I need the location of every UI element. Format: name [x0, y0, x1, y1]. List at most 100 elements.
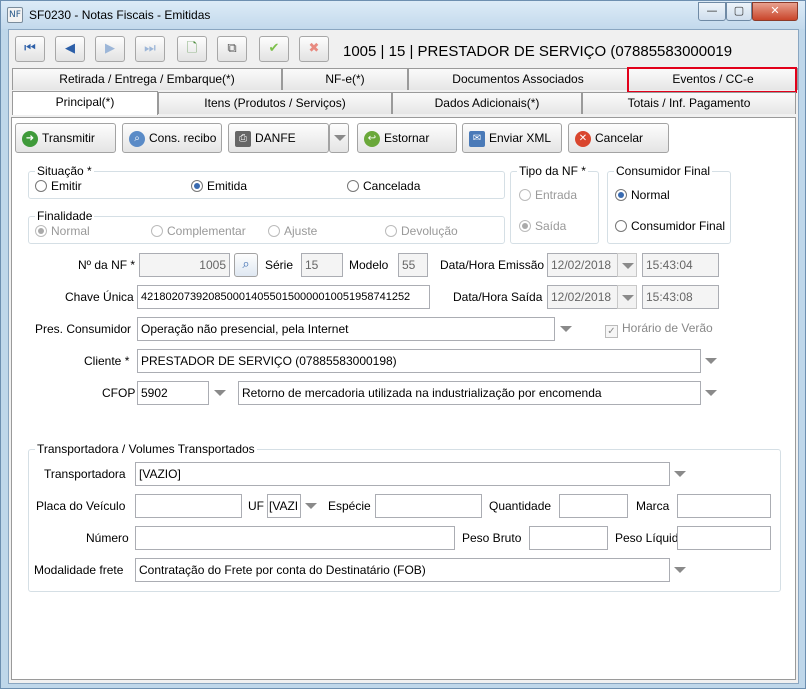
- magnifier-icon: ⌕: [242, 257, 250, 272]
- modalidade-frete-label: Modalidade frete: [34, 563, 124, 577]
- radio-emitida[interactable]: Emitida: [191, 179, 247, 193]
- saida-date-dropdown[interactable]: [617, 285, 637, 309]
- marca-field[interactable]: [677, 494, 771, 518]
- finalidade-group: Finalidade Normal Complementar Ajuste De…: [28, 209, 505, 244]
- danfe-dropdown-button[interactable]: [329, 123, 349, 153]
- quantidade-field[interactable]: [559, 494, 628, 518]
- emissao-label: Data/Hora Emissão: [440, 258, 545, 272]
- cfop-description-dropdown[interactable]: [701, 381, 721, 405]
- saida-time-field[interactable]: 15:43:08: [642, 285, 719, 309]
- previous-record-icon[interactable]: ◀: [55, 36, 85, 62]
- estornar-button[interactable]: ↩ Estornar: [357, 123, 457, 153]
- radio-saida[interactable]: Saída: [519, 219, 566, 233]
- peso-bruto-field[interactable]: [529, 526, 608, 550]
- check-icon: ✓: [605, 325, 618, 338]
- cfop-description-field[interactable]: Retorno de mercadoria utilizada na indus…: [238, 381, 701, 405]
- maximize-button[interactable]: ▢: [726, 2, 752, 21]
- app-icon: NF: [7, 7, 23, 23]
- consumidor-final-group: Consumidor Final Normal Consumidor Final: [607, 164, 731, 244]
- situacao-title: Situação *: [35, 164, 94, 178]
- transportadora-label: Transportadora: [44, 467, 126, 481]
- radio-normal-consumidor[interactable]: Normal: [615, 188, 670, 202]
- pres-consumidor-dropdown[interactable]: [556, 317, 576, 341]
- chave-field[interactable]: 4218020739208500014055015000001005195874…: [137, 285, 430, 309]
- cliente-label: Cliente *: [84, 354, 130, 368]
- tipo-nf-group: Tipo da NF * Entrada Saída: [510, 164, 599, 244]
- title-bar: NF SF0230 - Notas Fiscais - Emitidas — ▢…: [1, 1, 805, 29]
- horario-verao-checkbox[interactable]: ✓ Horário de Verão: [605, 321, 713, 338]
- radio-ajuste[interactable]: Ajuste: [268, 224, 317, 238]
- tab-principal[interactable]: Principal(*): [12, 91, 158, 115]
- tab-nfe[interactable]: NF-e(*): [282, 68, 408, 90]
- record-header: 1005 | 15 | PRESTADOR DE SERVIÇO (078855…: [343, 43, 733, 60]
- modelo-label: Modelo: [349, 258, 389, 272]
- transportadora-dropdown[interactable]: [670, 462, 690, 486]
- new-document-icon[interactable]: 🗋: [177, 36, 207, 62]
- cfop-code-field[interactable]: 5902: [137, 381, 209, 405]
- last-record-icon[interactable]: ⏭: [135, 36, 165, 62]
- tipo-nf-title: Tipo da NF *: [517, 164, 588, 178]
- first-record-icon[interactable]: ⏮: [15, 36, 45, 62]
- tab-itens[interactable]: Itens (Produtos / Serviços): [158, 92, 392, 114]
- copy-icon[interactable]: ⧉: [217, 36, 247, 62]
- transportadora-field[interactable]: [VAZIO]: [135, 462, 670, 486]
- close-button[interactable]: ✕: [752, 2, 798, 21]
- radio-consumidor-final[interactable]: Consumidor Final: [615, 219, 725, 233]
- cancel-x-icon[interactable]: ✖: [299, 36, 329, 62]
- nav-toolbar: ⏮ ◀ ▶ ⏭ 🗋 ⧉ ✔ ✖ 1005 | 15 | PRESTADOR DE…: [15, 34, 791, 64]
- tab-dados-adicionais[interactable]: Dados Adicionais(*): [392, 92, 582, 114]
- emissao-date-dropdown[interactable]: [617, 253, 637, 277]
- main-window: NF SF0230 - Notas Fiscais - Emitidas — ▢…: [0, 0, 806, 689]
- serie-field[interactable]: 15: [301, 253, 343, 277]
- cfop-label: CFOP: [102, 386, 136, 400]
- save-check-icon[interactable]: ✔: [259, 36, 289, 62]
- enviar-xml-button[interactable]: ✉ Enviar XML: [462, 123, 562, 153]
- peso-liquido-label: Peso Líquido: [615, 531, 686, 545]
- numero-field[interactable]: [135, 526, 455, 550]
- tab-totais[interactable]: Totais / Inf. Pagamento: [582, 92, 796, 114]
- radio-entrada[interactable]: Entrada: [519, 188, 577, 202]
- transmitir-button[interactable]: ➜ Transmitir: [15, 123, 116, 153]
- uf-field[interactable]: [VAZI: [267, 494, 301, 518]
- minimize-button[interactable]: —: [698, 2, 726, 21]
- danfe-button[interactable]: ⎙ DANFE: [228, 123, 329, 153]
- pres-consumidor-label: Pres. Consumidor: [35, 322, 132, 336]
- radio-complementar[interactable]: Complementar: [151, 224, 246, 238]
- next-record-icon[interactable]: ▶: [95, 36, 125, 62]
- chave-label: Chave Única: [65, 290, 134, 304]
- placa-label: Placa do Veículo: [36, 499, 126, 513]
- radio-cancelada[interactable]: Cancelada: [347, 179, 420, 193]
- peso-bruto-label: Peso Bruto: [462, 531, 522, 545]
- pres-consumidor-select[interactable]: Operação não presencial, pela Internet: [137, 317, 555, 341]
- nf-number-field[interactable]: 1005: [139, 253, 230, 277]
- nf-number-label: Nº da NF *: [78, 258, 136, 272]
- cancelar-button[interactable]: ✕ Cancelar: [568, 123, 669, 153]
- modalidade-frete-select[interactable]: Contratação do Frete por conta do Destin…: [135, 558, 670, 582]
- uf-dropdown[interactable]: [301, 494, 321, 518]
- peso-liquido-field[interactable]: [677, 526, 771, 550]
- principal-panel: ➜ Transmitir ⌕ Cons. recibo ⎙ DANFE ↩ Estorn…: [11, 117, 796, 680]
- emissao-time-field[interactable]: 15:43:04: [642, 253, 719, 277]
- modalidade-frete-dropdown[interactable]: [670, 558, 690, 582]
- search-nf-button[interactable]: ⌕: [234, 253, 258, 277]
- mail-icon: ✉: [469, 130, 485, 147]
- cliente-field[interactable]: PRESTADOR DE SERVIÇO (07885583000198): [137, 349, 701, 373]
- radio-emitir[interactable]: Emitir: [35, 179, 82, 193]
- modelo-field[interactable]: 55: [398, 253, 428, 277]
- quantidade-label: Quantidade: [489, 499, 552, 513]
- marca-label: Marca: [636, 499, 670, 513]
- undo-icon: ↩: [364, 130, 380, 147]
- cfop-code-dropdown[interactable]: [210, 381, 230, 405]
- radio-normal-finalidade[interactable]: Normal: [35, 224, 90, 238]
- especie-field[interactable]: [375, 494, 482, 518]
- tab-retirada-entrega[interactable]: Retirada / Entrega / Embarque(*): [12, 68, 282, 90]
- cliente-dropdown[interactable]: [701, 349, 721, 373]
- cons-recibo-button[interactable]: ⌕ Cons. recibo: [122, 123, 222, 153]
- saida-label: Data/Hora Saída: [453, 290, 543, 304]
- radio-devolucao[interactable]: Devolução: [385, 224, 458, 238]
- placa-field[interactable]: [135, 494, 242, 518]
- uf-label: UF: [248, 499, 264, 513]
- consumidor-final-title: Consumidor Final: [614, 164, 713, 178]
- tab-documentos-associados[interactable]: Documentos Associados: [408, 68, 628, 90]
- transporte-group: Transportadora / Volumes Transportados T…: [28, 442, 781, 592]
